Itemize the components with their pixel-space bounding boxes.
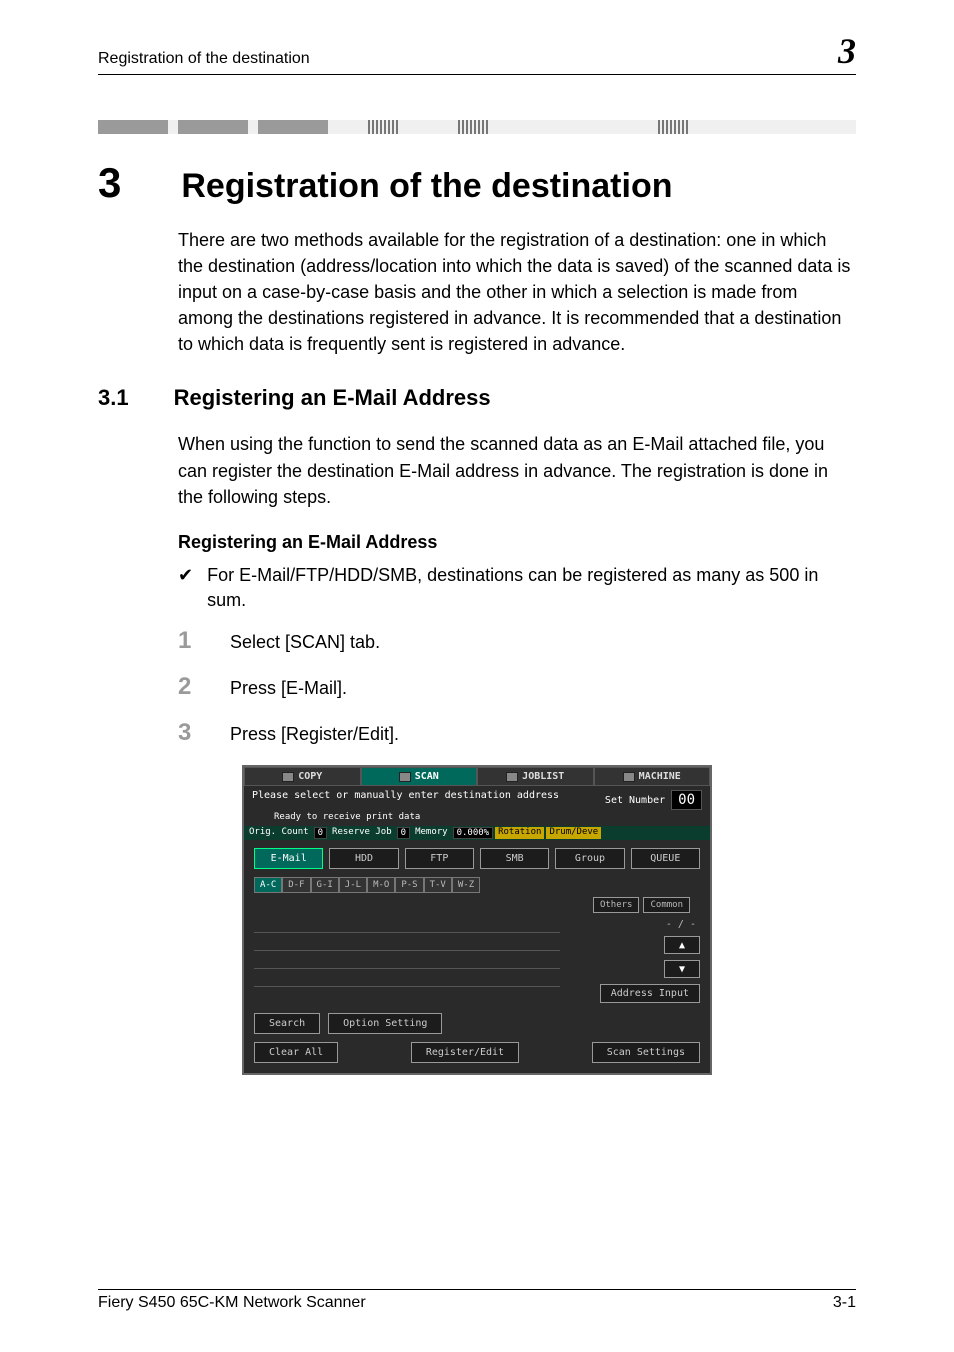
dest-group-button[interactable]: Group xyxy=(555,848,624,869)
address-list-area: - / - ▲ ▼ Address Input xyxy=(244,913,710,1007)
footer-left: Fiery S450 65C-KM Network Scanner xyxy=(98,1294,366,1312)
register-edit-button[interactable]: Register/Edit xyxy=(411,1042,519,1063)
orig-count-value: 0 xyxy=(314,827,327,839)
footer-right: 3-1 xyxy=(833,1294,856,1312)
tab-machine[interactable]: MACHINE xyxy=(594,767,711,786)
machine-icon xyxy=(623,772,635,782)
procedure-steps: 1 Select [SCAN] tab. 2 Press [E-Mail]. 3… xyxy=(178,627,856,747)
list-item xyxy=(254,919,560,933)
dest-queue-button[interactable]: QUEUE xyxy=(631,848,700,869)
step-number: 2 xyxy=(178,673,200,701)
scan-settings-button[interactable]: Scan Settings xyxy=(592,1042,700,1063)
tab-copy[interactable]: COPY xyxy=(244,767,361,786)
common-button[interactable]: Common xyxy=(643,897,690,913)
alpha-df[interactable]: D-F xyxy=(282,877,310,893)
step-text: Press [Register/Edit]. xyxy=(230,724,399,745)
scroll-down-button[interactable]: ▼ xyxy=(664,960,700,978)
device-header: Please select or manually enter destinat… xyxy=(244,786,710,812)
reserve-job-value: 0 xyxy=(397,827,410,839)
dest-smb-button[interactable]: SMB xyxy=(480,848,549,869)
alpha-filter-row: A-C D-F G-I J-L M-O P-S T-V W-Z xyxy=(244,873,710,893)
step-2: 2 Press [E-Mail]. xyxy=(178,673,856,701)
device-screenshot: COPY SCAN JOBLIST MACHINE Please select … xyxy=(242,765,712,1075)
chapter-heading: 3 Registration of the destination xyxy=(98,159,856,207)
rotation-indicator: Rotation xyxy=(495,827,544,839)
joblist-icon xyxy=(506,772,518,782)
running-title: Registration of the destination xyxy=(98,50,310,68)
chapter-number-mark: 3 xyxy=(838,30,856,72)
step-3: 3 Press [Register/Edit]. xyxy=(178,719,856,747)
section-title: Registering an E-Mail Address xyxy=(174,385,491,411)
running-header: Registration of the destination 3 xyxy=(98,30,856,75)
tab-scan[interactable]: SCAN xyxy=(361,767,478,786)
paging-indicator: - / - xyxy=(666,919,700,930)
copy-icon xyxy=(282,772,294,782)
chapter-number: 3 xyxy=(98,159,121,207)
section-intro: When using the function to send the scan… xyxy=(178,431,856,509)
device-top-tabs: COPY SCAN JOBLIST MACHINE xyxy=(244,767,710,786)
note-text: For E-Mail/FTP/HDD/SMB, destinations can… xyxy=(207,563,856,613)
dest-hdd-button[interactable]: HDD xyxy=(329,848,398,869)
set-number-label: Set Number xyxy=(605,795,665,806)
alpha-wz[interactable]: W-Z xyxy=(452,877,480,893)
tab-joblist[interactable]: JOBLIST xyxy=(477,767,594,786)
alpha-jl[interactable]: J-L xyxy=(339,877,367,893)
step-1: 1 Select [SCAN] tab. xyxy=(178,627,856,655)
list-item xyxy=(254,973,560,987)
search-button[interactable]: Search xyxy=(254,1013,320,1034)
scroll-up-button[interactable]: ▲ xyxy=(664,936,700,954)
list-item xyxy=(254,937,560,951)
checkmark-icon: ✔ xyxy=(178,563,193,613)
alpha-ac[interactable]: A-C xyxy=(254,877,282,893)
dest-ftp-button[interactable]: FTP xyxy=(405,848,474,869)
step-number: 1 xyxy=(178,627,200,655)
destination-type-row: E-Mail HDD FTP SMB Group QUEUE xyxy=(244,840,710,873)
memory-label: Memory xyxy=(412,827,451,839)
section-number: 3.1 xyxy=(98,385,129,411)
reserve-job-label: Reserve Job xyxy=(329,827,395,839)
device-ready: Ready to receive print data xyxy=(244,812,710,826)
procedure-subhead: Registering an E-Mail Address xyxy=(178,532,856,553)
step-text: Select [SCAN] tab. xyxy=(230,632,380,653)
orig-count-label: Orig. Count xyxy=(246,827,312,839)
procedure-note: ✔ For E-Mail/FTP/HDD/SMB, destinations c… xyxy=(178,563,856,613)
option-setting-button[interactable]: Option Setting xyxy=(328,1013,442,1034)
step-number: 3 xyxy=(178,719,200,747)
scan-icon xyxy=(399,772,411,782)
section-heading: 3.1 Registering an E-Mail Address xyxy=(98,385,856,411)
device-prompt: Please select or manually enter destinat… xyxy=(252,790,559,810)
alpha-mo[interactable]: M-O xyxy=(367,877,395,893)
step-text: Press [E-Mail]. xyxy=(230,678,347,699)
alpha-tv[interactable]: T-V xyxy=(424,877,452,893)
chapter-title: Registration of the destination xyxy=(181,167,672,206)
dest-email-button[interactable]: E-Mail xyxy=(254,848,323,869)
clear-all-button[interactable]: Clear All xyxy=(254,1042,338,1063)
alpha-ps[interactable]: P-S xyxy=(395,877,423,893)
page-footer: Fiery S450 65C-KM Network Scanner 3-1 xyxy=(98,1289,856,1312)
alpha-gi[interactable]: G-I xyxy=(311,877,339,893)
chapter-intro: There are two methods available for the … xyxy=(178,227,856,357)
others-button[interactable]: Others xyxy=(593,897,640,913)
device-status-bar: Orig. Count 0 Reserve Job 0 Memory 0.000… xyxy=(244,826,710,840)
decorative-bar xyxy=(98,120,856,134)
address-list xyxy=(254,919,560,1003)
drum-indicator: Drum/Deve xyxy=(546,827,601,839)
set-number: Set Number 00 xyxy=(605,790,702,810)
memory-value: 0.000% xyxy=(453,827,494,839)
set-number-value: 00 xyxy=(671,790,702,810)
list-item xyxy=(254,955,560,969)
address-input-button[interactable]: Address Input xyxy=(600,984,700,1003)
